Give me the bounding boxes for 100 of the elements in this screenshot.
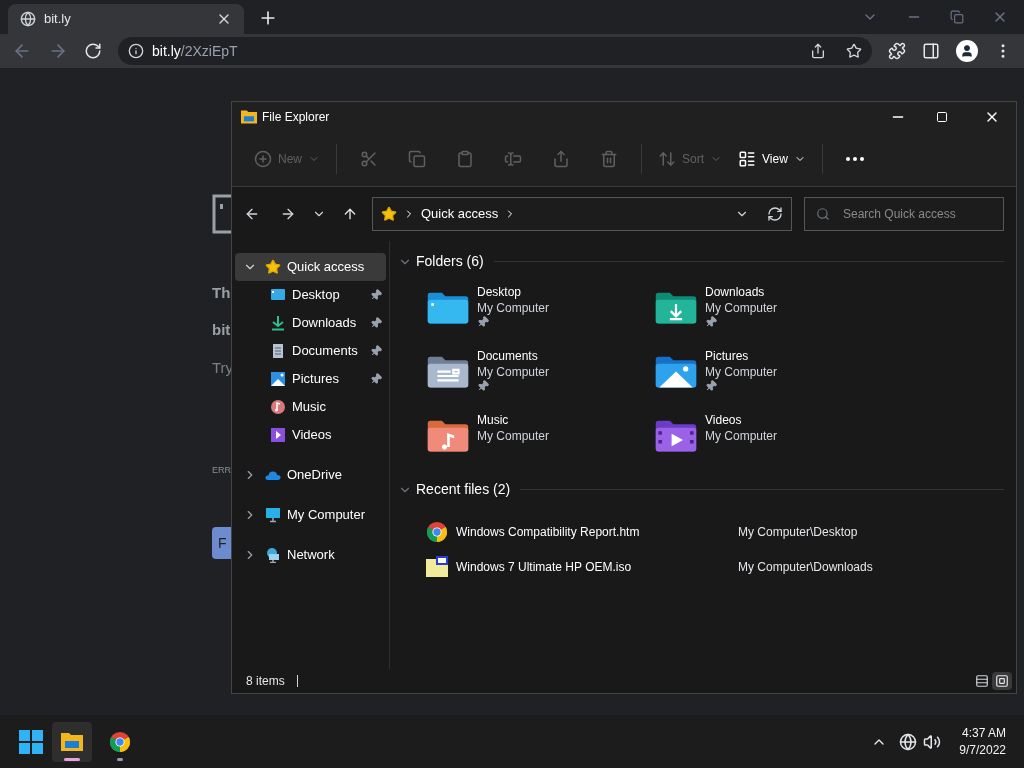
nav-item[interactable]: My Computer	[235, 501, 386, 529]
tab-title: bit.ly	[44, 10, 72, 29]
folder-name: Pictures	[705, 348, 750, 364]
start-icon[interactable]	[18, 728, 44, 755]
bookmark-icon[interactable]	[846, 43, 862, 59]
share-icon[interactable]	[810, 43, 826, 59]
download-icon	[270, 315, 286, 331]
clipboard-icon	[456, 150, 474, 168]
folder-tile[interactable]: Documents My Computer	[426, 348, 654, 412]
extensions-icon[interactable]	[888, 42, 906, 60]
tiles-view-button[interactable]	[992, 672, 1012, 690]
page-heading: Th	[212, 283, 231, 303]
maximize-icon[interactable]	[936, 111, 948, 123]
rename-icon	[504, 150, 522, 168]
nav-item[interactable]: Documents	[235, 337, 386, 365]
back-icon[interactable]	[244, 206, 260, 222]
nav-item[interactable]: OneDrive	[235, 461, 386, 489]
copy-icon	[408, 150, 426, 168]
folder-name: Downloads	[705, 284, 766, 300]
recent-file-row[interactable]: Windows 7 Ultimate HP OEM.iso My Computer\Downloads	[424, 549, 1004, 584]
video-icon	[270, 427, 286, 443]
trash-icon	[600, 150, 618, 168]
side-panel-icon[interactable]	[922, 42, 940, 60]
page-host: bit	[212, 319, 231, 340]
monitor-icon	[265, 507, 281, 523]
globe-icon	[20, 11, 36, 27]
restore-icon[interactable]	[950, 10, 964, 24]
address-bar[interactable]: bit.ly/2XziEpT	[118, 37, 872, 65]
folder-tile[interactable]: Music My Computer	[426, 412, 654, 476]
folder-location: My Computer	[477, 300, 550, 316]
clock-time[interactable]: 4:37 AM	[961, 724, 1006, 742]
folder-location: My Computer	[705, 300, 778, 316]
view-button[interactable]: View	[730, 142, 814, 176]
refresh-icon[interactable]	[767, 206, 783, 222]
folder-icon	[426, 354, 470, 390]
folder-icon	[426, 418, 470, 454]
star-icon	[265, 259, 281, 275]
section-heading[interactable]: Folders (6)	[416, 251, 484, 272]
section-heading[interactable]: Recent files (2)	[416, 479, 511, 500]
file-name: Windows 7 Ultimate HP OEM.iso	[456, 558, 633, 576]
up-icon[interactable]	[342, 206, 358, 222]
profile-avatar[interactable]	[956, 40, 978, 62]
nav-item[interactable]: Pictures	[235, 365, 386, 393]
folder-icon	[60, 730, 84, 753]
folder-icon	[654, 354, 698, 390]
breadcrumb-item[interactable]: Quick access	[421, 204, 499, 224]
nav-item[interactable]: Network	[235, 541, 386, 569]
nav-item[interactable]: Downloads	[235, 309, 386, 337]
folder-icon	[654, 290, 698, 326]
desktop-icon	[270, 287, 286, 303]
nav-item[interactable]: Quick access	[235, 253, 386, 281]
volume-icon[interactable]	[923, 732, 942, 751]
nav-item[interactable]: Desktop	[235, 281, 386, 309]
chrome-icon	[426, 520, 448, 543]
nav-item[interactable]: Videos	[235, 421, 386, 449]
browser-tab[interactable]: bit.ly	[8, 4, 244, 34]
share-icon	[552, 150, 570, 168]
star-icon	[381, 206, 397, 222]
scissors-icon	[360, 150, 378, 168]
folder-tile[interactable]: Downloads My Computer	[654, 284, 882, 348]
window-title: File Explorer	[262, 109, 330, 126]
network-status-icon[interactable]	[899, 732, 918, 751]
item-count: 8 items	[246, 673, 285, 690]
file-location: My Computer\Downloads	[738, 558, 873, 576]
disc-image-icon	[425, 555, 449, 578]
folder-tile[interactable]: Videos My Computer	[654, 412, 882, 476]
recent-file-row[interactable]: Windows Compatibility Report.htm My Computer\Desktop	[424, 514, 1004, 549]
network-icon	[265, 547, 281, 563]
document-icon	[270, 343, 286, 359]
address-bar[interactable]: Quick access	[372, 197, 792, 231]
folder-location: My Computer	[477, 364, 550, 380]
list-icon	[738, 150, 757, 168]
folder-location: My Computer	[705, 428, 778, 444]
add-icon	[254, 150, 272, 168]
music-icon	[270, 399, 286, 415]
clock-date[interactable]: 9/7/2022	[959, 741, 1006, 759]
forward-icon[interactable]	[280, 206, 296, 222]
folder-tile[interactable]: Desktop My Computer	[426, 284, 654, 348]
folder-name: Music	[477, 412, 510, 428]
folder-icon	[426, 290, 470, 326]
error-code: ERR	[212, 463, 231, 477]
folder-name: Desktop	[477, 284, 523, 300]
file-location: My Computer\Desktop	[738, 523, 858, 541]
search-field[interactable]: Search Quick access	[804, 197, 1004, 231]
folder-location: My Computer	[705, 364, 778, 380]
folder-icon	[654, 418, 698, 454]
file-name: Windows Compatibility Report.htm	[456, 523, 641, 541]
folder-icon	[240, 109, 258, 125]
search-icon	[816, 207, 830, 221]
page-button[interactable]: F	[212, 527, 231, 559]
nav-item[interactable]: Music	[235, 393, 386, 421]
reload-icon[interactable]	[84, 42, 102, 60]
chrome-icon	[109, 730, 131, 753]
info-icon[interactable]	[128, 43, 144, 59]
folder-tile[interactable]: Pictures My Computer	[654, 348, 882, 412]
more-icon	[845, 157, 864, 161]
folder-name: Documents	[477, 348, 539, 364]
folder-location: My Computer	[477, 428, 550, 444]
explorer-taskbar-button[interactable]	[52, 721, 92, 762]
folder-name: Videos	[705, 412, 743, 428]
